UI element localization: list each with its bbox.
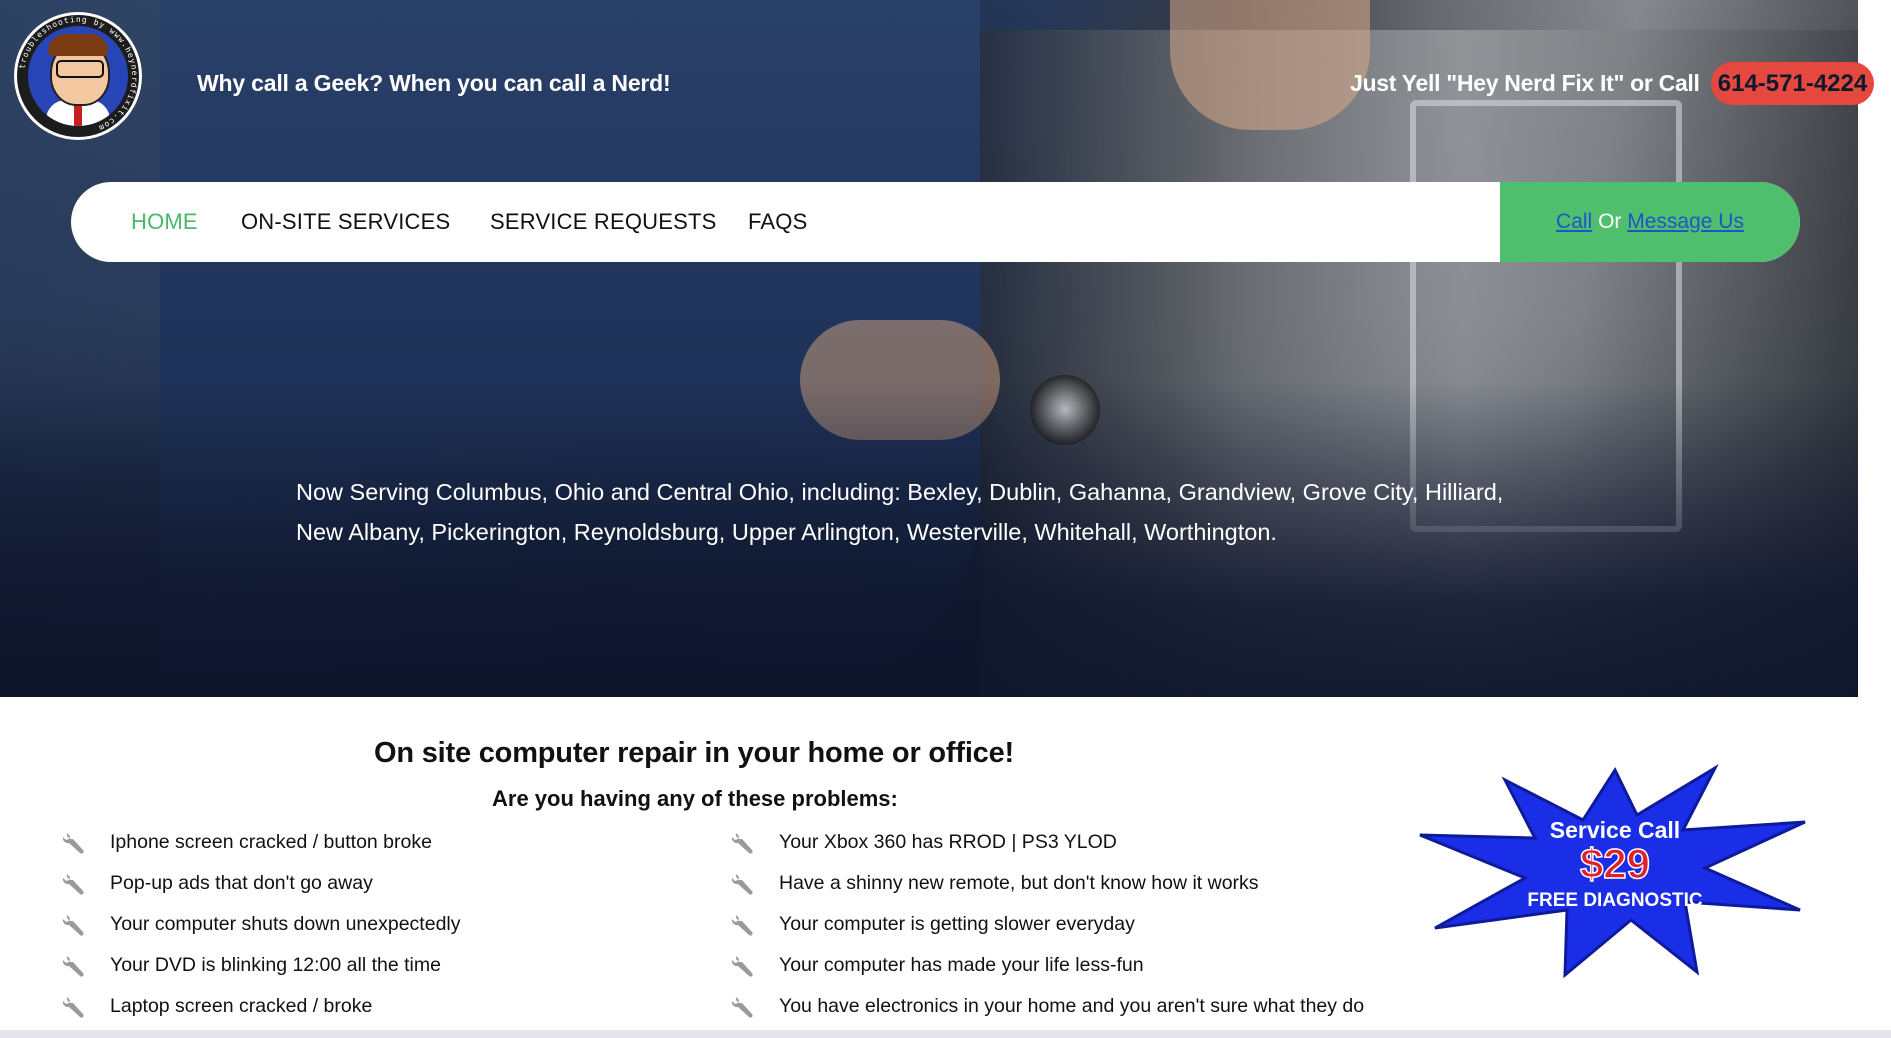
contact-cta: Call Or Message Us [1500, 182, 1800, 262]
problem-text: Your computer has made your life less-fu… [779, 954, 1144, 976]
problems-list-right: Your Xbox 360 has RROD | PS3 YLOD Have a… [731, 822, 1411, 1027]
service-area-line-2: New Albany, Pickerington, Reynoldsburg, … [296, 519, 1277, 545]
wrench-icon [731, 953, 757, 979]
promo-price: $29 [1580, 840, 1650, 887]
problems-subheading: Are you having any of these problems: [492, 786, 898, 811]
main-navigation: HOME ON-SITE SERVICES SERVICE REQUESTS F… [71, 182, 1800, 262]
wrench-icon [62, 871, 88, 897]
wrench-icon [62, 994, 88, 1020]
call-prompt: Just Yell "Hey Nerd Fix It" or Call [1350, 70, 1700, 96]
nav-item-service-requests[interactable]: SERVICE REQUESTS [490, 182, 717, 262]
problems-list-left: Iphone screen cracked / button broke Pop… [62, 822, 702, 1027]
list-item: Your computer shuts down unexpectedly [62, 904, 702, 945]
wrench-icon [731, 912, 757, 938]
nav-item-home[interactable]: HOME [131, 182, 198, 262]
logo-ring-text: troubleshooting by www.heynerdfixit.com [17, 15, 139, 133]
wrench-icon [731, 871, 757, 897]
main-heading: On site computer repair in your home or … [374, 737, 1014, 769]
wrench-icon [62, 912, 88, 938]
list-item: Iphone screen cracked / button broke [62, 822, 702, 863]
page-bottom-divider [0, 1030, 1891, 1038]
problem-text: Pop-up ads that don't go away [110, 872, 373, 894]
call-link[interactable]: Call [1556, 210, 1592, 233]
wrench-icon [62, 953, 88, 979]
problem-text: Have a shinny new remote, but don't know… [779, 872, 1259, 894]
wrench-icon [62, 830, 88, 856]
svg-text:troubleshooting by www.heynerd: troubleshooting by www.heynerdfixit.com [17, 15, 139, 133]
tagline: Why call a Geek? When you can call a Ner… [197, 70, 671, 96]
nav-item-faqs[interactable]: FAQS [748, 182, 808, 262]
cta-or-text: Or [1592, 210, 1628, 233]
wrench-icon [731, 994, 757, 1020]
problem-text: Your computer shuts down unexpectedly [110, 913, 461, 935]
phone-number-button[interactable]: 614-571-4224 [1711, 62, 1874, 105]
list-item: Have a shinny new remote, but don't know… [731, 863, 1411, 904]
message-us-link[interactable]: Message Us [1627, 210, 1744, 233]
promo-subtitle: FREE DIAGNOSTIC [1527, 890, 1703, 911]
site-logo[interactable]: troubleshooting by www.heynerdfixit.com [14, 12, 142, 140]
service-area-text: Now Serving Columbus, Ohio and Central O… [296, 472, 1616, 552]
logo-ring-label: troubleshooting by www.heynerdfixit.com [17, 15, 138, 133]
nav-item-on-site-services[interactable]: ON-SITE SERVICES [241, 182, 450, 262]
problem-text: You have electronics in your home and yo… [779, 995, 1365, 1017]
service-area-line-1: Now Serving Columbus, Ohio and Central O… [296, 479, 1504, 505]
list-item: Your DVD is blinking 12:00 all the time [62, 945, 702, 986]
problem-text: Iphone screen cracked / button broke [110, 831, 432, 853]
problem-text: Laptop screen cracked / broke [110, 995, 373, 1017]
hero-hand-top-shape [1170, 0, 1370, 130]
wrench-icon [731, 830, 757, 856]
list-item: Your computer has made your life less-fu… [731, 945, 1411, 986]
problem-text: Your Xbox 360 has RROD | PS3 YLOD [779, 831, 1117, 853]
problem-text: Your computer is getting slower everyday [779, 913, 1135, 935]
list-item: Laptop screen cracked / broke [62, 986, 702, 1027]
hero-banner [0, 0, 1876, 697]
problem-text: Your DVD is blinking 12:00 all the time [110, 954, 441, 976]
hero-right-edge [1858, 0, 1876, 697]
list-item: Your computer is getting slower everyday [731, 904, 1411, 945]
service-call-promo-badge[interactable]: Service Call $29 FREE DIAGNOSTIC [1415, 760, 1815, 980]
list-item: Pop-up ads that don't go away [62, 863, 702, 904]
list-item: Your Xbox 360 has RROD | PS3 YLOD [731, 822, 1411, 863]
list-item: You have electronics in your home and yo… [731, 986, 1411, 1027]
